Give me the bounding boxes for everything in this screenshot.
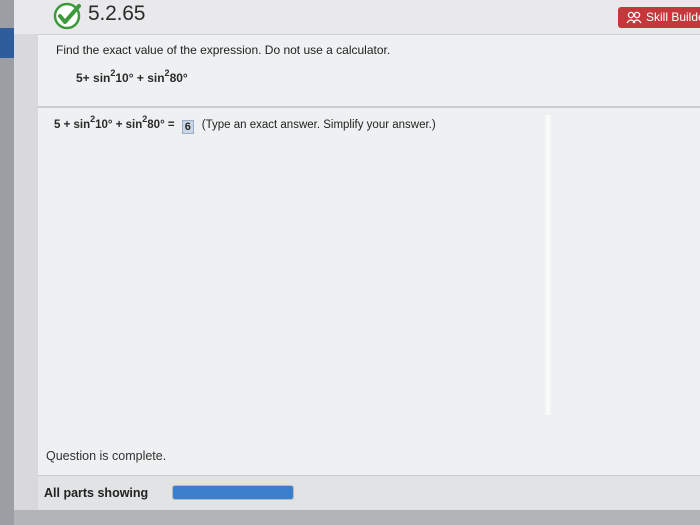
- skill-builder-label: Skill Builder: [646, 10, 700, 24]
- left-nav-tab[interactable]: [0, 28, 14, 58]
- question-expression: 5+ sin210° + sin280°: [76, 68, 188, 86]
- expr-arg-2: 80°: [169, 71, 188, 85]
- answer-prefix: 5 + sin: [54, 119, 91, 131]
- problem-number: 5.2.65: [88, 2, 146, 25]
- expr-plus: + sin: [133, 71, 165, 85]
- answer-exponent-1: 2: [90, 114, 96, 125]
- question-instructions: Find the exact value of the expression. …: [56, 43, 391, 57]
- parts-footer: All parts showing: [38, 475, 700, 511]
- answer-exponent-2: 2: [142, 114, 148, 125]
- answer-equals: =: [164, 119, 178, 131]
- problem-header: 5.2.65 Skill Builder: [14, 0, 700, 34]
- people-icon: [626, 11, 642, 24]
- all-parts-label: All parts showing: [44, 486, 149, 500]
- answer-input[interactable]: 6: [181, 120, 194, 134]
- check-circle-icon: [53, 2, 81, 30]
- answer-arg-1: 10°: [95, 119, 113, 131]
- answer-plus: + sin: [112, 119, 143, 131]
- parts-progress-fill: [173, 486, 293, 499]
- expr-exponent-2: 2: [164, 68, 170, 78]
- expr-arg-1: 10°: [115, 71, 134, 85]
- section-divider: [38, 106, 700, 108]
- question-panel: Find the exact value of the expression. …: [38, 34, 700, 511]
- answer-hint: (Type an exact answer. Simplify your ans…: [201, 119, 436, 131]
- left-frame-strip: [0, 0, 14, 525]
- skill-builder-button[interactable]: Skill Builder: [618, 7, 700, 28]
- answer-line: 5 + sin210° + sin280° = 6 (Type an exact …: [54, 115, 436, 134]
- parts-progress-bar: [172, 485, 294, 500]
- answer-arg-2: 80°: [147, 119, 165, 131]
- question-complete-status: Question is complete.: [46, 449, 167, 463]
- bottom-frame: [14, 510, 700, 525]
- expr-prefix: 5+ sin: [76, 71, 111, 85]
- screen-glare: [544, 115, 552, 415]
- expr-exponent-1: 2: [110, 68, 116, 78]
